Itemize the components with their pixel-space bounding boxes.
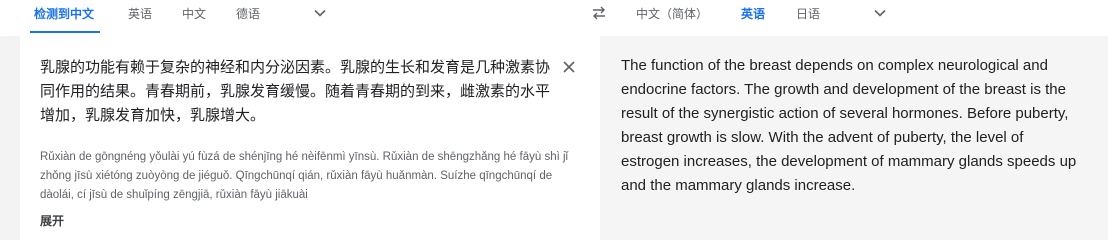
translation-line: and the mammary glands increase.	[621, 177, 856, 194]
source-romanization: Rǔxiàn de gōngnéng yǒulài yú fùzá de shé…	[40, 151, 569, 201]
language-bar: 检测到中文 英语 中文 德语 中文（简体） 英语 日语	[0, 0, 1108, 37]
left-margin	[0, 36, 20, 240]
source-panel[interactable]: 乳腺的功能有赖于复杂的神经和内分泌因素。乳腺的生长和发育是几种激素协同作用的结果…	[20, 36, 600, 240]
translate-app: 检测到中文 英语 中文 德语 中文（简体） 英语 日语 乳腺的功能有赖于复杂的神…	[0, 0, 1108, 240]
translation-line: breast growth is slow. With the advent o…	[621, 129, 1024, 146]
translation-line: result of the synergistic action of seve…	[621, 105, 1069, 122]
translation-output: The function of the breast depends on co…	[621, 54, 1108, 198]
expand-button[interactable]: 展开	[40, 212, 64, 229]
chevron-down-icon[interactable]	[312, 5, 328, 21]
active-tab-indicator	[30, 31, 100, 33]
tab-target-japanese[interactable]: 日语	[796, 6, 820, 22]
swap-languages-icon[interactable]	[590, 4, 608, 22]
tab-target-chinese-simplified[interactable]: 中文（简体）	[636, 6, 708, 22]
translation-line: estrogen increases, the development of m…	[621, 153, 1077, 170]
tab-source-chinese[interactable]: 中文	[182, 6, 206, 22]
tab-source-english[interactable]: 英语	[128, 6, 152, 22]
chevron-down-icon[interactable]	[872, 5, 888, 21]
tab-source-german[interactable]: 德语	[236, 6, 260, 22]
target-panel: The function of the breast depends on co…	[600, 36, 1108, 240]
translation-line: The function of the breast depends on co…	[621, 57, 1048, 74]
tab-detected-language[interactable]: 检测到中文	[34, 6, 94, 22]
translation-line: endocrine factors. The growth and develo…	[621, 81, 1066, 98]
tab-target-english[interactable]: 英语	[741, 6, 765, 22]
source-text-input[interactable]: 乳腺的功能有赖于复杂的神经和内分泌因素。乳腺的生长和发育是几种激素协同作用的结果…	[40, 56, 550, 128]
close-icon[interactable]	[560, 58, 578, 76]
